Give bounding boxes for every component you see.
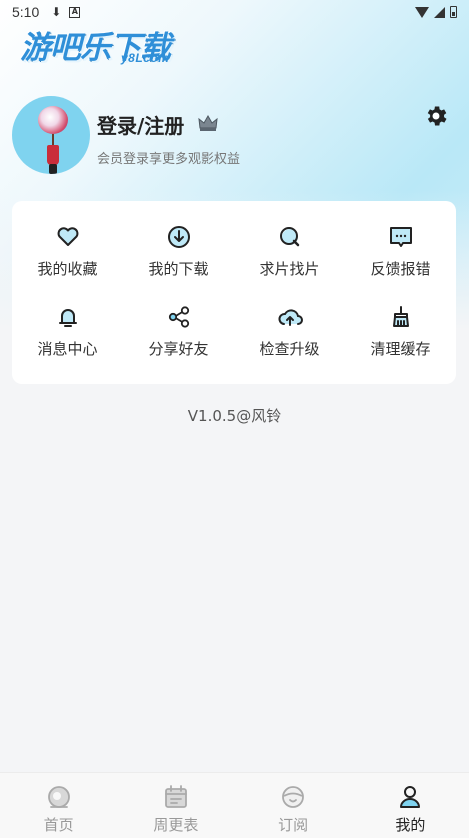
wifi-icon <box>415 6 429 18</box>
bell-icon <box>58 308 77 327</box>
avatar-lantern <box>38 106 68 134</box>
nav-label: 订阅 <box>278 816 309 834</box>
a-notification-icon: A <box>69 6 81 18</box>
nav-home[interactable]: 首页 <box>0 773 117 838</box>
nav-label: 我的 <box>395 816 426 834</box>
bottom-navigation: 首页 周更表 订阅 我的 <box>0 772 469 838</box>
home-icon <box>47 786 70 808</box>
app-logo: 游吧乐下载 y8Lcom <box>18 20 188 70</box>
menu-item-share[interactable]: 分享好友 <box>123 291 234 371</box>
nav-label: 首页 <box>43 816 74 834</box>
menu-label: 消息中心 <box>37 339 98 358</box>
subscribe-icon <box>282 786 305 808</box>
menu-item-request-film[interactable]: 求片找片 <box>234 211 345 291</box>
settings-button[interactable] <box>421 101 451 131</box>
menu-item-messages[interactable]: 消息中心 <box>12 291 123 371</box>
menu-label: 反馈报错 <box>370 260 431 279</box>
search-film-icon <box>279 227 299 247</box>
version-text: V1.0.5@风铃 <box>187 407 282 425</box>
battery-icon <box>450 6 457 18</box>
signal-icon <box>434 6 445 18</box>
menu-item-feedback[interactable]: 反馈报错 <box>345 211 456 291</box>
feature-menu: 我的收藏 我的下载 求片找片 反馈报错 消息中心 分享好友 检查升级 清理缓存 <box>12 201 456 384</box>
menu-label: 检查升级 <box>259 339 320 358</box>
nav-label: 周更表 <box>153 816 199 834</box>
menu-label: 我的收藏 <box>37 260 98 279</box>
menu-label: 清理缓存 <box>370 339 431 358</box>
gear-icon <box>427 106 447 126</box>
menu-label: 分享好友 <box>148 339 209 358</box>
download-circle-icon <box>167 226 190 249</box>
menu-item-clear-cache[interactable]: 清理缓存 <box>345 291 456 371</box>
nav-mine[interactable]: 我的 <box>352 773 469 838</box>
share-icon <box>168 306 189 328</box>
download-icon: ⬇ <box>51 5 62 19</box>
login-subtitle: 会员登录享更多观影权益 <box>97 152 241 167</box>
menu-item-favorites[interactable]: 我的收藏 <box>12 211 123 291</box>
crown-icon <box>198 114 218 131</box>
broom-icon <box>392 305 409 327</box>
menu-label: 求片找片 <box>259 260 320 279</box>
status-time: 5:10 <box>12 4 40 20</box>
menu-label: 我的下载 <box>148 260 209 279</box>
profile-icon <box>400 786 421 808</box>
logo-subtitle: y8Lcom <box>121 51 170 65</box>
menu-item-check-update[interactable]: 检查升级 <box>234 291 345 371</box>
feedback-chat-icon <box>389 227 412 248</box>
nav-subscribe[interactable]: 订阅 <box>235 773 352 838</box>
menu-item-downloads[interactable]: 我的下载 <box>123 211 234 291</box>
avatar[interactable] <box>12 96 90 174</box>
calendar-icon <box>164 785 187 808</box>
nav-schedule[interactable]: 周更表 <box>117 773 234 838</box>
heart-icon <box>57 227 78 247</box>
login-register-link[interactable]: 登录/注册 <box>97 110 184 139</box>
cloud-upload-icon <box>277 309 303 326</box>
